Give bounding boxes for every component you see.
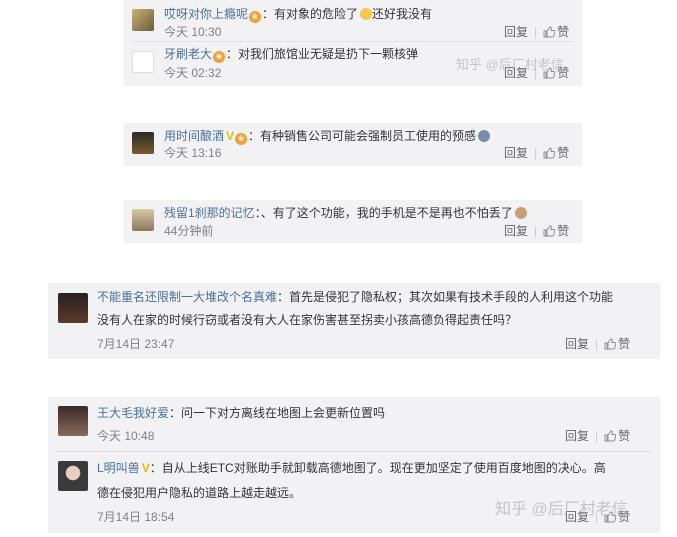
username-link[interactable]: 牙刷老大 [164, 47, 212, 61]
reply-button[interactable]: 回复 [504, 224, 528, 238]
like-button[interactable]: 赞 [557, 224, 569, 238]
thumbs-up-icon [543, 147, 556, 159]
member-badge-icon: ❀ [235, 133, 248, 145]
username-link[interactable]: 残留1刹那的记忆 [164, 206, 255, 220]
comment-text: ：有对象的危险了 [262, 7, 359, 21]
comment-card-2: 用时间酿酒 V ❀ ：有种销售公司可能会强制员工使用的预感 今天 13:16 回复 | 赞 [124, 123, 582, 166]
comment-time: 今天 10:30 [164, 25, 222, 39]
like-button[interactable]: 赞 [557, 146, 569, 160]
username-link[interactable]: 不能重名还限制一大堆改个名真难 [97, 290, 277, 304]
comment-text: ：自从上线ETC对账助手就卸载高德地图了。现在更加坚定了使用百度地图的决心。高 [149, 461, 606, 475]
member-badge-icon: ❀ [249, 11, 262, 23]
comment-card-4: 不能重名还限制一大堆改个名真难：首先是侵犯了隐私权；其次如果有技术手段的人利用这… [48, 283, 660, 359]
comment-text-line-2: 没有人在家的时候行窃或者没有大人在家伤害甚至拐卖小孩高德负得起责任吗？ [97, 313, 518, 327]
comment-card-3: 残留1刹那的记忆：、有了这个功能，我的手机是不是再也不怕丢了 44分钟前 回复 |… [124, 200, 582, 243]
emoji-icon [478, 130, 491, 142]
comment-time: 今天 13:16 [164, 146, 222, 160]
username-link[interactable]: 哎呀对你上瘾呢 [164, 7, 248, 21]
comment-actions: 回复 | 赞 [565, 429, 631, 443]
divider [56, 451, 652, 452]
username-link[interactable]: 用时间酿酒 [164, 129, 224, 143]
comment-text-continued: 还好我没有 [372, 7, 433, 21]
like-button[interactable]: 赞 [618, 337, 630, 351]
thumbs-up-icon [543, 26, 556, 38]
comment-time: 今天 02:32 [164, 66, 222, 80]
reply-button[interactable]: 回复 [565, 429, 589, 443]
avatar[interactable] [132, 51, 154, 73]
thumbs-up-icon [604, 430, 617, 442]
verified-v-icon: V [141, 461, 150, 475]
comment-text: ：首先是侵犯了隐私权；其次如果有技术手段的人利用这个功能 [277, 290, 614, 304]
member-badge-icon: ❀ [213, 51, 226, 63]
comment-card-1: 哎呀对你上瘾呢 ❀ ：有对象的危险了 还好我没有 今天 10:30 回复 | 赞 牙刷老大… [124, 0, 582, 86]
emoji-icon [514, 207, 527, 219]
avatar[interactable] [58, 461, 88, 491]
like-button[interactable]: 赞 [618, 429, 630, 443]
watermark: 知乎 @后厂村老信 [495, 501, 628, 518]
reply-button[interactable]: 回复 [504, 146, 528, 160]
comment-time: 7月14日 23:47 [97, 337, 175, 351]
avatar[interactable] [132, 209, 154, 231]
comment-text: ：问一下对方离线在地图上会更新位置吗 [169, 406, 386, 420]
comment-text: ：、有了这个功能，我的手机是不是再也不怕丢了 [254, 206, 513, 220]
avatar[interactable] [132, 9, 154, 31]
username-link[interactable]: L明叫兽 [97, 461, 140, 475]
thumbs-up-icon [543, 225, 556, 237]
thumbs-up-icon [604, 338, 617, 350]
comment-text-line-2: 德在侵犯用户隐私的道路上越走越远。 [97, 486, 302, 500]
comment-text: ：有种销售公司可能会强制员工使用的预感 [248, 129, 477, 143]
reply-button[interactable]: 回复 [504, 25, 528, 39]
divider [132, 41, 574, 42]
comment-time: 今天 10:48 [97, 429, 155, 443]
like-button[interactable]: 赞 [557, 25, 569, 39]
avatar[interactable] [58, 293, 88, 323]
comment-time: 7月14日 18:54 [97, 510, 175, 524]
comment-actions: 回复 | 赞 [504, 25, 570, 39]
verified-v-icon: V [226, 129, 235, 143]
reply-button[interactable]: 回复 [565, 337, 589, 351]
comment-text: ：对我们旅馆业无疑是扔下一颗核弹 [226, 47, 419, 61]
comment-time: 44分钟前 [164, 224, 214, 238]
watermark: 知乎 @后厂村老信 [456, 57, 564, 72]
username-link[interactable]: 王大毛我好爱 [97, 406, 169, 420]
comment-actions: 回复 | 赞 [565, 337, 631, 351]
avatar[interactable] [132, 132, 154, 154]
comment-actions: 回复 | 赞 [504, 146, 570, 160]
avatar[interactable] [58, 406, 88, 436]
laughing-emoji-icon [360, 8, 373, 20]
comment-actions: 回复 | 赞 [504, 224, 570, 238]
